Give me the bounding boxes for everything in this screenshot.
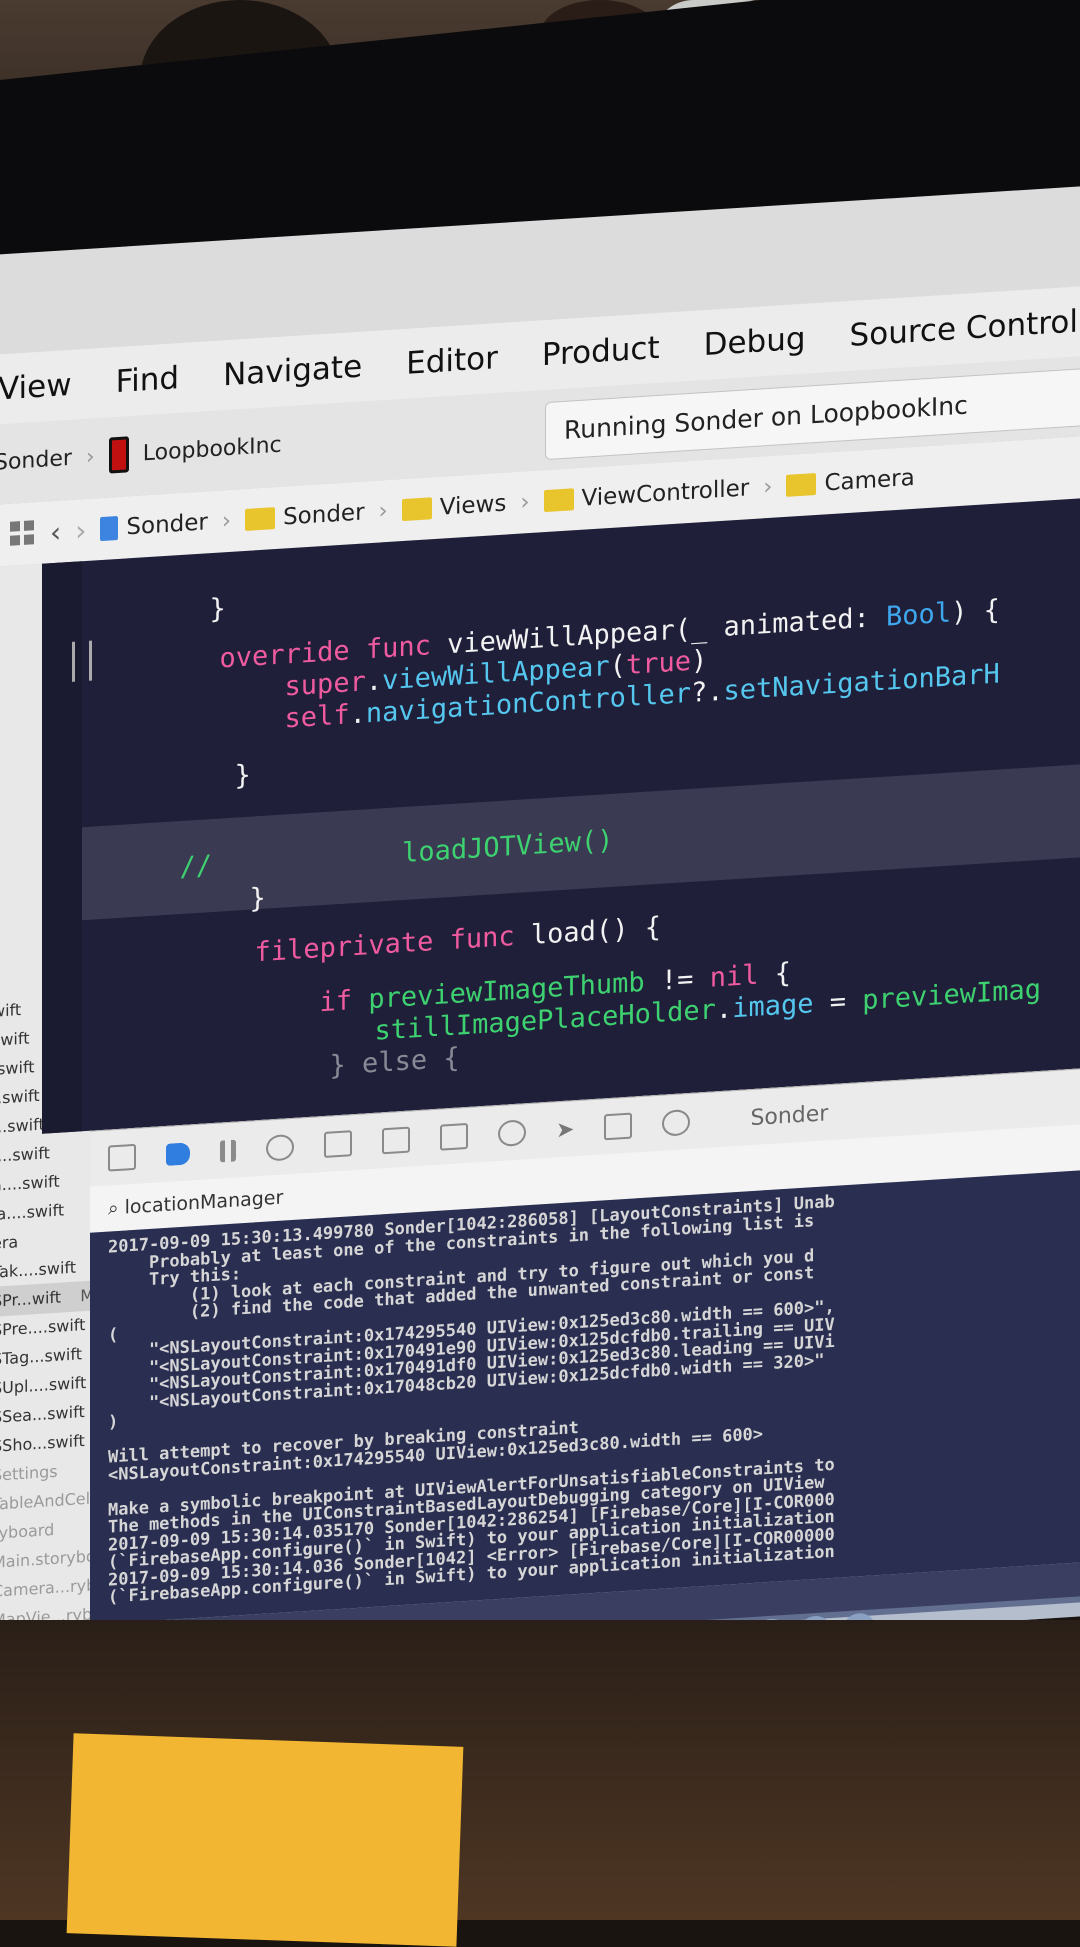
chevron-right-icon: › xyxy=(378,497,388,525)
console-output[interactable]: 2017-09-09 15:30:13.499780 Sonder[1042:2… xyxy=(90,1169,1080,1625)
back-arrow-icon[interactable]: ‹ xyxy=(50,515,61,549)
file-name: STag...swift xyxy=(0,1344,82,1369)
file-name: Main.storyboard xyxy=(0,1544,100,1572)
scheme-selector[interactable]: Sonder › LoopbookInc xyxy=(0,427,282,481)
view-hierarchy-icon[interactable] xyxy=(440,1122,468,1151)
gear-icon[interactable] xyxy=(662,1108,691,1137)
menu-debug[interactable]: Debug xyxy=(704,321,806,363)
project-file-icon xyxy=(100,515,119,542)
menu-view[interactable]: View xyxy=(0,367,72,408)
forward-arrow-icon[interactable]: › xyxy=(75,513,86,547)
step-out-icon[interactable] xyxy=(382,1126,410,1155)
related-items-grid-icon[interactable] xyxy=(10,520,36,548)
breadcrumb-group-views[interactable]: Views xyxy=(401,490,507,524)
breadcrumb-label: ViewController xyxy=(581,475,750,512)
step-over-icon[interactable] xyxy=(266,1133,294,1162)
file-name: era xyxy=(0,1232,19,1253)
breadcrumb-group-viewcontroller[interactable]: ViewController xyxy=(543,475,750,514)
file-name: ryboard xyxy=(0,1519,55,1543)
folder-icon xyxy=(245,507,276,531)
filter-input[interactable]: locationManager xyxy=(125,1187,284,1219)
file-name: SUpl....swift xyxy=(0,1372,87,1398)
menu-editor[interactable]: Editor xyxy=(406,340,498,382)
breadcrumb-label: Sonder xyxy=(283,499,365,531)
scheme-name: Sonder xyxy=(0,445,72,476)
chevron-right-icon: › xyxy=(520,489,530,516)
sticky-note xyxy=(66,1733,464,1947)
search-icon: ⌕ xyxy=(108,1196,119,1220)
folder-icon xyxy=(786,473,817,497)
file-name: TableAndCells xyxy=(0,1487,100,1514)
file-name: swift xyxy=(0,1028,30,1050)
code-line: } else { xyxy=(329,1042,460,1082)
menu-source-control[interactable]: Source Control xyxy=(850,304,1078,354)
breadcrumb-label: Views xyxy=(439,490,507,521)
breadcrumb-project[interactable]: Sonder xyxy=(100,509,208,542)
chevron-right-icon: › xyxy=(763,473,773,501)
file-name: ...swift xyxy=(0,1114,45,1137)
activity-status: Running Sonder on LoopbookInc xyxy=(564,389,968,445)
location-arrow-icon[interactable]: ➤ xyxy=(556,1117,574,1143)
pause-icon[interactable] xyxy=(220,1139,236,1163)
file-name: a....swift xyxy=(0,1171,60,1195)
chevron-right-icon: › xyxy=(85,443,95,470)
file-name: SSho...swift xyxy=(0,1431,85,1456)
menu-find[interactable]: Find xyxy=(116,360,180,400)
memory-graph-icon[interactable] xyxy=(498,1119,526,1148)
code-editor[interactable]: } override func viewWillAppear(_ animate… xyxy=(42,497,1080,1134)
menu-navigate[interactable]: Navigate xyxy=(223,349,362,394)
breadcrumb-group-camera[interactable]: Camera xyxy=(786,464,915,499)
console-line: ) xyxy=(108,1411,119,1433)
file-name: SPre....swift xyxy=(0,1314,86,1340)
breadcrumb-group-sonder[interactable]: Sonder xyxy=(245,499,365,533)
file-name: wift xyxy=(0,1000,22,1021)
file-name: ....swift xyxy=(0,1143,50,1166)
debug-target-label: Sonder xyxy=(750,1100,829,1131)
file-name: SPr...wift xyxy=(0,1287,62,1311)
camera-icon[interactable] xyxy=(604,1112,633,1141)
hide-debug-area-icon[interactable] xyxy=(108,1143,136,1172)
breakpoints-toggle-icon[interactable] xyxy=(166,1142,190,1166)
breadcrumb-label: Sonder xyxy=(126,509,208,541)
breadcrumb-label: Camera xyxy=(824,464,915,497)
file-name: .swift xyxy=(0,1057,35,1079)
iphone-device-icon xyxy=(108,436,129,474)
file-name: SSea...swift xyxy=(0,1402,85,1427)
text-cursor-icon xyxy=(72,640,92,682)
chevron-right-icon: › xyxy=(221,507,232,535)
step-into-icon[interactable] xyxy=(324,1130,352,1158)
folder-icon xyxy=(543,488,574,513)
file-name: Settings xyxy=(0,1461,58,1485)
file-name: Camera...ryboard xyxy=(0,1573,100,1601)
device-name: LoopbookInc xyxy=(142,432,282,466)
file-name: la....swift xyxy=(0,1200,65,1224)
monitor-screen: View Find Navigate Editor Product Debug … xyxy=(0,185,1080,1686)
menu-product[interactable]: Product xyxy=(542,330,660,373)
file-name: ..swift xyxy=(0,1085,40,1108)
folder-icon xyxy=(401,497,432,522)
file-name: Tak....swift xyxy=(0,1257,77,1282)
